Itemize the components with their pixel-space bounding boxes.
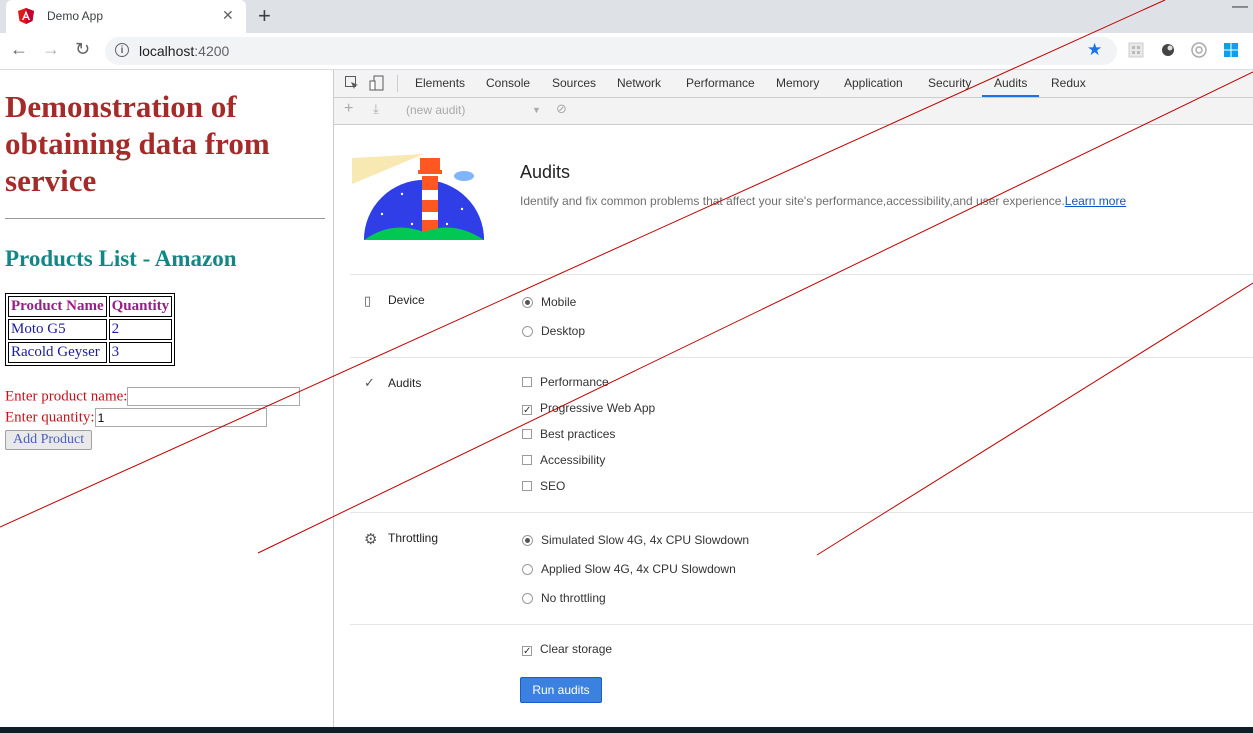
devtools-tab-bar: Elements Console Sources Network Perform…	[334, 70, 1253, 98]
device-icon: ▯	[364, 293, 372, 308]
run-audits-button[interactable]: Run audits	[520, 677, 602, 703]
tab-sources[interactable]: Sources	[552, 76, 596, 90]
add-product-button[interactable]: Add Product	[5, 430, 93, 450]
tab-redux[interactable]: Redux	[1051, 76, 1086, 90]
products-table: Product Name Quantity Moto G5 2 Racold G…	[5, 293, 176, 366]
product-name-label: Enter product name:	[5, 388, 128, 405]
throttling-label: Throttling	[388, 531, 439, 545]
table-row: Racold Geyser 3	[8, 342, 173, 363]
section-divider	[350, 357, 1253, 358]
quantity-input[interactable]	[94, 408, 267, 427]
audit-best-practices-checkbox[interactable]: Best practices	[522, 427, 615, 441]
quantity-label: Enter quantity:	[5, 409, 95, 426]
close-tab-icon[interactable]: ✕	[222, 7, 234, 24]
windows-logo-icon[interactable]	[1222, 41, 1240, 59]
new-tab-icon[interactable]: +	[258, 3, 271, 29]
device-desktop-radio[interactable]: Desktop	[522, 324, 585, 338]
angular-logo-icon	[18, 8, 34, 24]
url-text: localhost:4200	[139, 43, 230, 59]
table-row: Moto G5 2	[8, 319, 173, 340]
extension-circle-icon[interactable]	[1159, 41, 1177, 59]
device-toolbar-icon[interactable]	[369, 75, 385, 91]
section-divider	[350, 624, 1253, 625]
bookmark-star-icon[interactable]: ★	[1087, 40, 1102, 60]
device-label: Device	[388, 293, 425, 307]
tab-security[interactable]: Security	[928, 76, 971, 90]
inspect-element-icon[interactable]	[344, 75, 360, 91]
devtools-panel: Elements Console Sources Network Perform…	[333, 70, 1253, 727]
gear-icon: ⚙	[364, 531, 378, 548]
forward-icon[interactable]: →	[42, 39, 60, 60]
address-bar[interactable]: i localhost:4200 ★	[105, 37, 1117, 65]
table-cell: Racold Geyser	[8, 342, 107, 363]
tab-elements[interactable]: Elements	[415, 76, 465, 90]
table-header-row: Product Name Quantity	[8, 296, 173, 317]
audit-seo-checkbox[interactable]: SEO	[522, 479, 565, 493]
toolbar-separator	[397, 75, 398, 92]
table-cell: 3	[108, 342, 173, 363]
new-audit-icon[interactable]: +	[344, 100, 353, 118]
section-divider	[350, 512, 1253, 513]
divider	[5, 218, 325, 219]
clear-storage-checkbox[interactable]: ✓ Clear storage	[522, 642, 612, 657]
app-page: Demonstration of obtaining data from ser…	[0, 70, 333, 733]
throttling-none-radio[interactable]: No throttling	[522, 591, 606, 605]
audit-toolbar: + ⤓ (new audit) ▼ ⊘	[334, 98, 1253, 125]
table-cell: 2	[108, 319, 173, 340]
section-divider	[350, 274, 1253, 275]
active-tab-indicator	[982, 95, 1039, 97]
tab-strip: Demo App ✕ + —	[0, 0, 1253, 33]
minimize-icon[interactable]: —	[1232, 0, 1248, 16]
tab-application[interactable]: Application	[844, 76, 903, 90]
tab-network[interactable]: Network	[617, 76, 661, 90]
clear-icon[interactable]: ⊘	[556, 101, 567, 117]
reload-icon[interactable]: ↻	[75, 39, 90, 60]
product-name-input[interactable]	[127, 387, 301, 406]
tab-memory[interactable]: Memory	[776, 76, 819, 90]
lighthouse-logo-icon	[352, 154, 484, 240]
audits-title: Audits	[520, 162, 571, 182]
column-header: Quantity	[108, 296, 173, 317]
product-name-row: Enter product name:	[5, 387, 301, 406]
site-info-icon[interactable]: i	[115, 43, 129, 57]
products-heading: Products List - Amazon	[5, 246, 237, 271]
checkmark-icon: ✓	[364, 375, 375, 390]
learn-more-link[interactable]: Learn more	[1065, 194, 1126, 208]
tab-title: Demo App	[47, 9, 104, 23]
extension-grid-icon[interactable]	[1127, 41, 1145, 59]
taskbar	[0, 727, 1253, 733]
extension-target-icon[interactable]	[1190, 41, 1208, 59]
tab-audits[interactable]: Audits	[994, 76, 1027, 90]
audit-pwa-checkbox[interactable]: ✓ Progressive Web App	[522, 401, 655, 416]
tab-performance[interactable]: Performance	[686, 76, 755, 90]
download-icon[interactable]: ⤓	[373, 101, 379, 117]
column-header: Product Name	[8, 296, 107, 317]
audit-performance-checkbox[interactable]: Performance	[522, 375, 609, 389]
tab-console[interactable]: Console	[486, 76, 530, 90]
audits-label: Audits	[388, 376, 422, 390]
audits-description: Identify and fix common problems that af…	[520, 194, 1127, 208]
chevron-down-icon[interactable]: ▼	[532, 105, 541, 115]
back-icon[interactable]: ←	[10, 39, 28, 60]
table-cell: Moto G5	[8, 319, 107, 340]
browser-toolbar: ← → ↻ i localhost:4200 ★	[0, 33, 1253, 70]
audit-accessibility-checkbox[interactable]: Accessibility	[522, 453, 605, 467]
throttling-applied-radio[interactable]: Applied Slow 4G, 4x CPU Slowdown	[522, 562, 736, 576]
quantity-row: Enter quantity:	[5, 408, 267, 427]
browser-tab[interactable]: Demo App ✕	[6, 0, 246, 33]
throttling-simulated-radio[interactable]: Simulated Slow 4G, 4x CPU Slowdown	[522, 533, 749, 547]
device-mobile-radio[interactable]: Mobile	[522, 295, 576, 309]
audit-select[interactable]: (new audit)	[406, 103, 465, 117]
page-title: Demonstration of obtaining data from ser…	[5, 89, 270, 198]
